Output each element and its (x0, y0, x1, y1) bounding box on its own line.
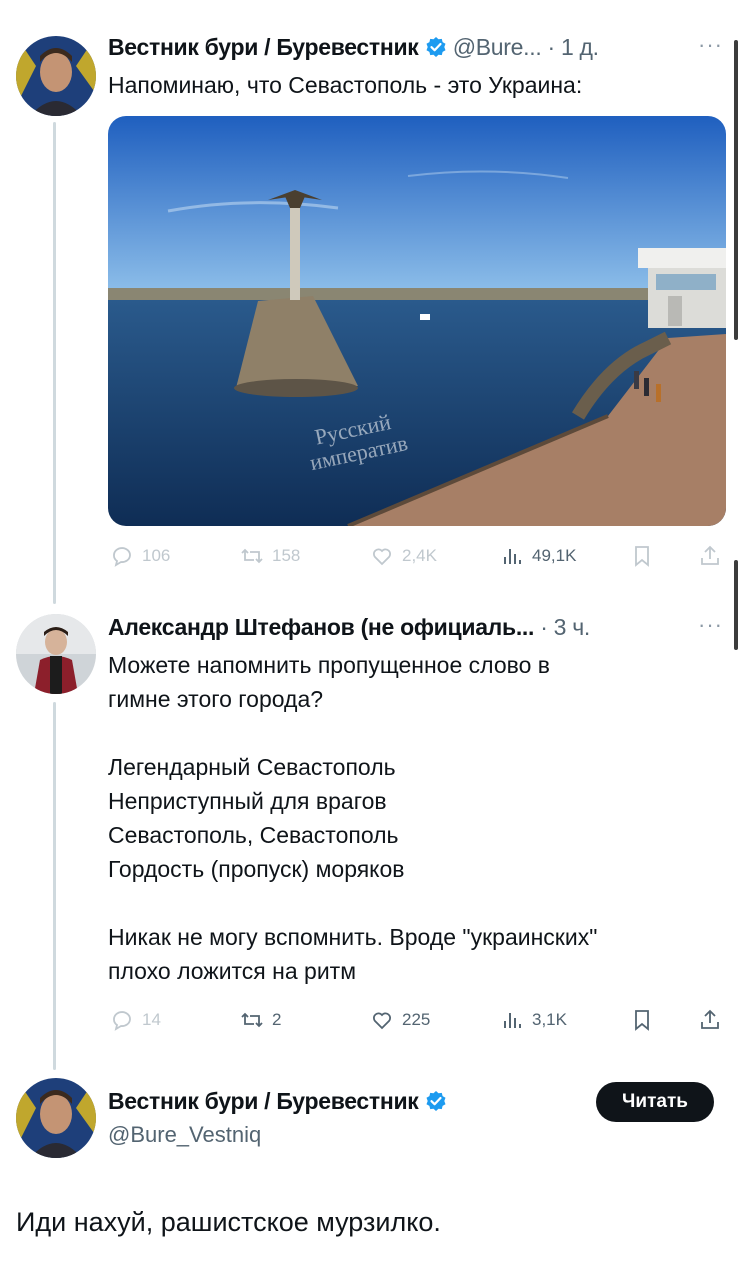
user-handle[interactable]: @Bure_Vestniq (108, 1122, 261, 1148)
verified-badge-icon (426, 1091, 446, 1111)
retweet-button[interactable]: 158 (240, 544, 300, 568)
share-button[interactable] (698, 1008, 722, 1032)
retweet-button[interactable]: 2 (240, 1008, 281, 1032)
scrollbar[interactable] (734, 40, 738, 340)
tweet-text: Напоминаю, что Севастополь - это Украина… (108, 72, 583, 98)
views-icon (504, 549, 521, 564)
avatar[interactable] (16, 1078, 96, 1158)
share-icon (701, 545, 719, 565)
retweet-count: 2 (272, 1010, 282, 1029)
tweet-text: Можете напомнить пропущенное слово в гим… (108, 652, 598, 984)
avatar[interactable] (16, 36, 96, 116)
like-button[interactable]: 225 (370, 1008, 430, 1032)
verified-badge-icon (426, 37, 446, 57)
reply-count: 106 (142, 546, 171, 565)
share-button[interactable] (698, 544, 722, 568)
reply-button[interactable]: 106 (110, 544, 170, 568)
avatar[interactable] (16, 614, 96, 694)
scrollbar[interactable] (734, 560, 738, 650)
bookmark-icon (635, 546, 649, 567)
bookmark-button[interactable] (630, 544, 654, 568)
share-icon (701, 1009, 719, 1029)
reply-count: 14 (142, 1010, 161, 1029)
views-count: 3,1K (532, 1010, 567, 1029)
reply-icon (113, 1011, 131, 1031)
follow-button[interactable]: Читать (596, 1082, 714, 1122)
thread-line (53, 702, 56, 1070)
like-count: 225 (402, 1010, 431, 1029)
bookmark-button[interactable] (630, 1008, 654, 1032)
author-name[interactable]: Вестник бури / Буревестник (108, 1088, 419, 1114)
retweet-icon (241, 548, 263, 564)
more-icon[interactable]: ··· (698, 32, 723, 58)
reply-button[interactable]: 14 (110, 1008, 161, 1032)
views-button[interactable]: 3,1K (500, 1008, 567, 1032)
retweet-icon (241, 1012, 263, 1028)
handle-time[interactable]: @Bure... · 1 д. (453, 34, 599, 60)
tweet-time[interactable]: · 3 ч. (540, 614, 590, 640)
reply-icon (113, 547, 131, 567)
retweet-count: 158 (272, 546, 301, 565)
author-name[interactable]: Александр Штефанов (не официаль... (108, 614, 534, 640)
bookmark-icon (635, 1010, 649, 1031)
tweet-image[interactable]: Русский императив (108, 116, 726, 526)
like-count: 2,4K (402, 546, 437, 565)
heart-icon (373, 548, 391, 566)
views-icon (504, 1013, 521, 1028)
heart-icon (373, 1012, 391, 1030)
views-count: 49,1K (532, 546, 577, 565)
main-tweet-text: Иди нахуй, рашистское мурзилко. (16, 1207, 441, 1237)
author-name[interactable]: Вестник бури / Буревестник (108, 34, 419, 60)
views-button[interactable]: 49,1K (500, 544, 576, 568)
like-button[interactable]: 2,4K (370, 544, 437, 568)
more-icon[interactable]: ··· (698, 612, 723, 638)
thread-line (53, 122, 56, 604)
